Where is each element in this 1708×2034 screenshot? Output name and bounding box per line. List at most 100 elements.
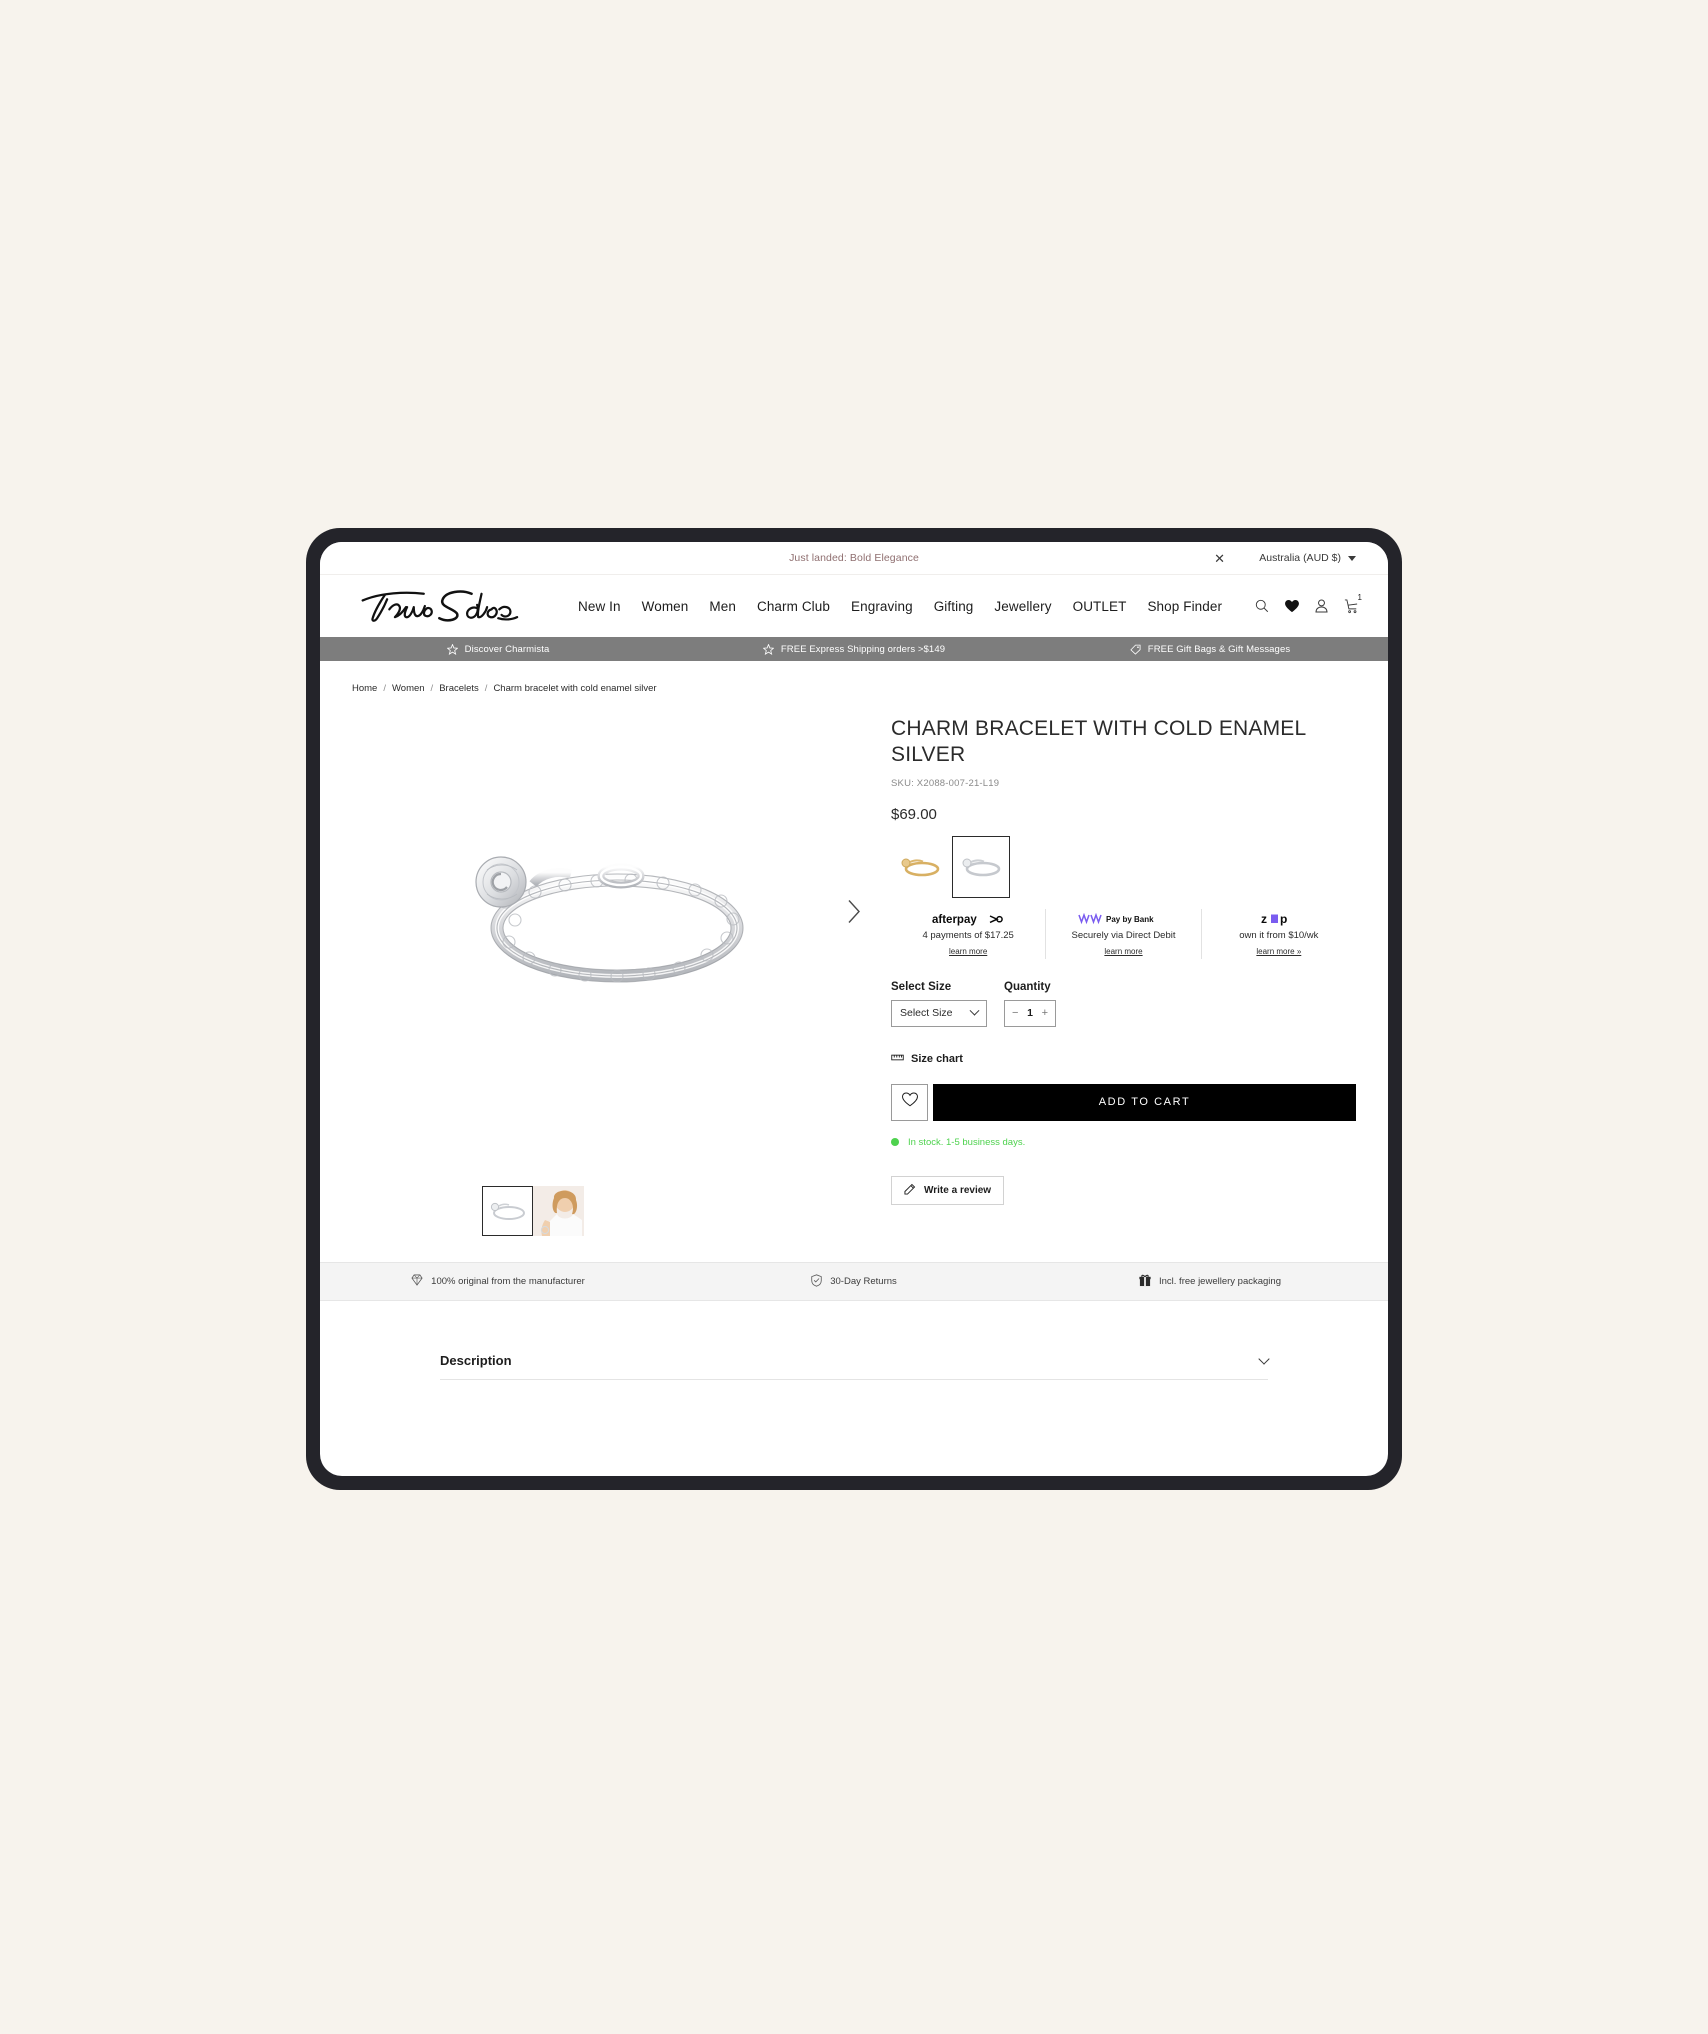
nav-item-gifting[interactable]: Gifting xyxy=(934,599,974,614)
color-swatch-gold[interactable] xyxy=(891,835,949,898)
chevron-down-icon xyxy=(1258,1352,1270,1365)
trust-item-returns: 30-Day Returns xyxy=(676,1273,1032,1290)
trust-label: 100% original from the manufacturer xyxy=(431,1276,585,1287)
stock-status-label: In stock. 1-5 business days. xyxy=(908,1136,1026,1148)
product-detail: CHARM BRACELET WITH COLD ENAMEL SILVER S… xyxy=(320,694,1388,1236)
quantity-label: Quantity xyxy=(1004,980,1051,993)
payment-option-zip: z p own it from $10/wk learn more » xyxy=(1200,908,1356,959)
afterpay-logo-icon: afterpay xyxy=(897,912,1039,927)
cart-count-badge: 1 xyxy=(1357,592,1362,602)
gallery-next-arrow-icon[interactable] xyxy=(847,899,861,930)
breadcrumb-item-home[interactable]: Home xyxy=(352,683,377,694)
benefit-gift-bags[interactable]: FREE Gift Bags & Gift Messages xyxy=(1032,644,1388,655)
cart-icon[interactable]: 1 xyxy=(1344,593,1362,614)
chevron-down-icon xyxy=(1348,555,1356,561)
payment-methods: afterpay 4 payments of $17.25 learn more xyxy=(891,908,1356,959)
nav-item-outlet[interactable]: OUTLET xyxy=(1073,599,1127,614)
nav-item-women[interactable]: Women xyxy=(642,599,689,614)
nav-item-jewellery[interactable]: Jewellery xyxy=(994,599,1051,614)
star-icon xyxy=(446,643,458,655)
payment-learn-more-link[interactable]: learn more xyxy=(949,947,987,956)
product-sku: SKU: X2088-007-21-L19 xyxy=(891,777,1000,789)
trust-item-packaging: Incl. free jewellery packaging xyxy=(1032,1274,1388,1290)
trust-label: 30-Day Returns xyxy=(830,1276,897,1287)
payment-option-text: 4 payments of $17.25 xyxy=(922,929,1014,941)
description-accordion[interactable]: Description xyxy=(440,1352,1270,1380)
add-to-cart-button[interactable]: ADD TO CART xyxy=(933,1083,1356,1121)
star-icon xyxy=(762,643,774,655)
size-label: Select Size xyxy=(891,980,952,993)
zip-logo-icon: z p xyxy=(1208,912,1350,927)
product-gallery xyxy=(352,694,867,1236)
nav-item-engraving[interactable]: Engraving xyxy=(851,599,913,614)
color-swatches xyxy=(891,835,1356,898)
shield-check-icon xyxy=(811,1273,822,1290)
size-selector-group: Select Size Select Size xyxy=(891,981,987,1027)
benefit-discover-charmista[interactable]: Discover Charmista xyxy=(320,643,676,655)
payment-option-afterpay: afterpay 4 payments of $17.25 learn more xyxy=(891,909,1045,959)
announcement-bar: Just landed: Bold Elegance ✕ Australia (… xyxy=(320,542,1388,575)
payment-learn-more-link[interactable]: learn more » xyxy=(1256,947,1301,956)
brand-logo[interactable] xyxy=(352,586,520,626)
account-icon[interactable] xyxy=(1315,599,1328,613)
write-review-button[interactable]: Write a review xyxy=(891,1175,1005,1205)
svg-text:p: p xyxy=(1280,912,1287,926)
thumbnail-model-shot[interactable] xyxy=(533,1186,584,1236)
payment-option-pay-by-bank: Pay by Bank Securely via Direct Debit le… xyxy=(1045,908,1200,959)
payment-option-text: own it from $10/wk xyxy=(1239,929,1319,941)
payment-option-text: Securely via Direct Debit xyxy=(1071,929,1176,941)
size-select-value: Select Size xyxy=(900,1007,953,1019)
wishlist-button[interactable] xyxy=(891,1083,928,1121)
diamond-icon xyxy=(411,1274,423,1289)
pencil-icon xyxy=(904,1183,916,1198)
breadcrumb-separator: / xyxy=(430,683,434,694)
heart-icon[interactable] xyxy=(1285,599,1299,613)
breadcrumb: Home / Women / Bracelets / Charm bracele… xyxy=(320,661,1388,694)
close-icon[interactable]: ✕ xyxy=(1214,552,1225,565)
search-icon[interactable] xyxy=(1255,599,1269,613)
trust-label: Incl. free jewellery packaging xyxy=(1159,1276,1281,1287)
chevron-down-icon xyxy=(969,1005,980,1016)
quantity-decrement-button[interactable]: − xyxy=(1012,1007,1018,1019)
nav-item-new-in[interactable]: New In xyxy=(578,599,621,614)
quantity-stepper[interactable]: − 1 + xyxy=(1004,999,1056,1027)
site-header: New In Women Men Charm Club Engraving Gi… xyxy=(320,575,1388,637)
benefit-label: FREE Express Shipping orders >$149 xyxy=(780,643,946,655)
announcement-text: Just landed: Bold Elegance xyxy=(789,552,919,564)
product-image-bracelet[interactable] xyxy=(445,824,775,1004)
benefit-label: Discover Charmista xyxy=(464,643,550,655)
product-info: CHARM BRACELET WITH COLD ENAMEL SILVER S… xyxy=(867,694,1356,1236)
header-actions: 1 xyxy=(1255,593,1362,614)
benefit-free-shipping[interactable]: FREE Express Shipping orders >$149 xyxy=(676,643,1032,655)
locale-selector[interactable]: Australia (AUD $) xyxy=(1259,552,1356,564)
breadcrumb-item-current: Charm bracelet with cold enamel silver xyxy=(493,683,657,694)
trust-item-original: 100% original from the manufacturer xyxy=(320,1274,676,1289)
color-swatch-silver[interactable] xyxy=(952,835,1010,898)
thumbnail-product-shot[interactable] xyxy=(482,1186,533,1236)
gift-box-icon xyxy=(1139,1274,1151,1290)
breadcrumb-item-bracelets[interactable]: Bracelets xyxy=(439,683,479,694)
quantity-increment-button[interactable]: + xyxy=(1042,1007,1048,1019)
breadcrumb-item-women[interactable]: Women xyxy=(392,683,425,694)
nav-item-charm-club[interactable]: Charm Club xyxy=(757,599,830,614)
breadcrumb-separator: / xyxy=(383,683,386,694)
locale-label: Australia (AUD $) xyxy=(1259,552,1341,564)
payment-learn-more-link[interactable]: learn more xyxy=(1104,947,1142,956)
cart-actions: ADD TO CART xyxy=(891,1083,1356,1121)
svg-text:Pay by Bank: Pay by Bank xyxy=(1106,915,1154,924)
charm-disc xyxy=(474,856,527,908)
size-chart-label: Size chart xyxy=(911,1052,963,1065)
quantity-value: 1 xyxy=(1027,1007,1033,1019)
benefits-bar: Discover Charmista FREE Express Shipping… xyxy=(320,637,1388,661)
nav-item-men[interactable]: Men xyxy=(709,599,736,614)
nav-item-shop-finder[interactable]: Shop Finder xyxy=(1147,599,1222,614)
ruler-icon xyxy=(891,1053,904,1065)
description-section: Description xyxy=(320,1352,1388,1380)
quantity-selector-group: Quantity − 1 + xyxy=(1004,981,1056,1027)
trust-bar: 100% original from the manufacturer 30-D… xyxy=(320,1262,1388,1301)
stock-status: In stock. 1-5 business days. xyxy=(891,1137,1356,1148)
size-chart-link[interactable]: Size chart xyxy=(891,1053,1356,1065)
size-select[interactable]: Select Size xyxy=(891,999,987,1027)
tablet-device-frame: Just landed: Bold Elegance ✕ Australia (… xyxy=(306,528,1402,1490)
primary-navigation: New In Women Men Charm Club Engraving Gi… xyxy=(578,599,1222,614)
